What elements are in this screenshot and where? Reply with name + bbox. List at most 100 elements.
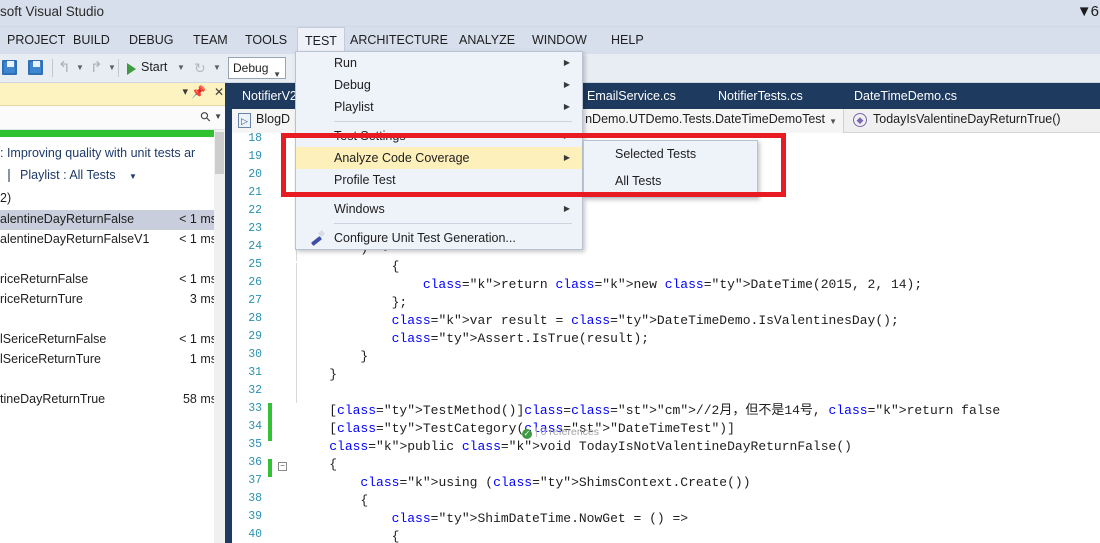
- line-number: 20: [248, 168, 262, 181]
- tab-datetimedemo-cs[interactable]: DateTimeDemo.cs: [844, 83, 967, 109]
- submenu-arrow-icon: ▶: [563, 80, 570, 89]
- code-line[interactable]: [class="ty">TestCategory(class="st">"Dat…: [298, 420, 735, 438]
- filter-icon[interactable]: ▼6: [1077, 3, 1099, 20]
- save-icon[interactable]: [0, 58, 20, 78]
- search-bar[interactable]: ⚲ ▼: [0, 106, 232, 130]
- menu-item-build[interactable]: BUILD: [66, 27, 117, 54]
- line-number: 37: [248, 474, 262, 487]
- undo-dropdown-icon[interactable]: ▼: [76, 63, 84, 72]
- test-name: lSericeReturnFalse: [0, 332, 107, 346]
- start-dropdown-icon[interactable]: ▼: [177, 63, 185, 72]
- line-number: 24: [248, 240, 262, 253]
- pane-menu-dropdown-icon[interactable]: ▾: [182, 85, 188, 98]
- refresh-icon[interactable]: ↻: [194, 60, 206, 77]
- code-line[interactable]: class="ty">Assert.IsTrue(result);: [298, 330, 649, 348]
- scrollbar-thumb[interactable]: [215, 132, 224, 174]
- save-all-icon[interactable]: [26, 58, 46, 78]
- flask-icon: [308, 229, 326, 246]
- menu-item-run[interactable]: Run ▶: [296, 52, 582, 74]
- menu-item-analyze-code-coverage[interactable]: Analyze Code Coverage ▶: [296, 147, 582, 169]
- close-icon[interactable]: ✕: [214, 85, 224, 99]
- undo-icon[interactable]: ↰: [58, 58, 71, 76]
- test-name: lSericeReturnTure: [0, 352, 101, 366]
- line-number: 40: [248, 528, 262, 541]
- menu-item-debug[interactable]: Debug ▶: [296, 74, 582, 96]
- code-line[interactable]: {: [298, 528, 400, 543]
- menu-label: Run: [334, 56, 357, 70]
- test-run-progress-fill: [0, 130, 225, 137]
- menu-item-tools[interactable]: TOOLS: [238, 27, 294, 54]
- breadcrumb-member-selector[interactable]: ◆ TodayIsValentineDayReturnTrue(): [845, 109, 1100, 133]
- playlist-selector[interactable]: Playlist : All Tests ▼: [0, 165, 232, 187]
- menu-item-test-settings[interactable]: Test Settings ▶: [296, 125, 582, 147]
- configuration-value: Debug: [233, 61, 269, 75]
- refresh-dropdown-icon[interactable]: ▼: [213, 63, 221, 72]
- menu-item-architecture[interactable]: ARCHITECTURE: [343, 27, 455, 54]
- menu-label: Debug: [334, 78, 371, 92]
- code-line[interactable]: [class="ty">TestMethod()]class=class="st…: [298, 402, 1000, 420]
- code-line[interactable]: }: [298, 348, 368, 366]
- code-line[interactable]: };: [298, 294, 408, 312]
- code-line[interactable]: class="k">public class="k">void TodayIsN…: [298, 438, 852, 456]
- test-list-item[interactable]: alentineDayReturnFalse < 1 ms: [0, 210, 225, 230]
- code-line[interactable]: {: [298, 456, 337, 474]
- menu-item-analyze[interactable]: ANALYZE: [452, 27, 522, 54]
- menu-item-configure-unit-test-generation[interactable]: Configure Unit Test Generation...: [296, 227, 582, 249]
- line-number-gutter: 18 19 20 21 22 23 24 25 26 27 28 29 30 31 32 33 34 35 36 37…: [232, 133, 266, 543]
- test-list-item[interactable]: alentineDayReturnFalseV1 < 1 ms: [0, 230, 225, 250]
- pin-icon[interactable]: 📌: [191, 85, 206, 99]
- test-list-item[interactable]: lSericeReturnFalse < 1 ms: [0, 330, 225, 350]
- menu-label: Profile Test: [334, 173, 396, 187]
- test-list-scrollbar[interactable]: [214, 130, 225, 543]
- menu-item-help[interactable]: HELP: [604, 27, 651, 54]
- code-folding-rail[interactable]: −: [276, 133, 290, 543]
- menu-bar: PROJECT BUILD DEBUG TEAM TOOLS TEST ARCH…: [0, 27, 1100, 55]
- submenu-item-all-tests[interactable]: All Tests: [584, 168, 757, 195]
- test-list-spacer: [0, 310, 225, 330]
- test-list[interactable]: alentineDayReturnFalse < 1 ms alentineDa…: [0, 210, 232, 410]
- tab-notifiertests-cs[interactable]: NotifierTests.cs: [708, 83, 813, 109]
- menu-item-windows[interactable]: Windows ▶: [296, 198, 582, 220]
- configuration-select[interactable]: Debug ▼: [228, 57, 286, 79]
- chevron-down-icon[interactable]: ▼: [129, 172, 137, 181]
- code-line[interactable]: {: [298, 258, 400, 276]
- code-lens-references[interactable]: ✓ | 0 references: [522, 426, 599, 439]
- pane-splitter[interactable]: [225, 83, 232, 543]
- test-list-item[interactable]: riceReturnFalse < 1 ms: [0, 270, 225, 290]
- code-line[interactable]: {: [298, 492, 368, 510]
- test-group-header[interactable]: : Improving quality with unit tests ar ▼: [0, 143, 232, 165]
- submenu-item-selected-tests[interactable]: Selected Tests: [584, 141, 757, 168]
- menu-item-team[interactable]: TEAM: [186, 27, 235, 54]
- code-line[interactable]: class="k">using (class="ty">ShimsContext…: [298, 474, 750, 492]
- search-icon[interactable]: ⚲: [197, 108, 215, 126]
- breadcrumb-file-label: BlogD: [256, 112, 291, 126]
- menu-item-playlist[interactable]: Playlist ▶: [296, 96, 582, 118]
- line-number: 23: [248, 222, 262, 235]
- code-line[interactable]: class="k">return class="k">new class="ty…: [298, 276, 922, 294]
- menu-item-window[interactable]: WINDOW: [525, 27, 594, 54]
- chevron-down-icon: ▼: [273, 70, 281, 79]
- code-line[interactable]: class="ty">ShimDateTime.NowGet = () =>: [298, 510, 688, 528]
- search-dropdown-icon[interactable]: ▼: [214, 112, 222, 121]
- test-menu-dropdown[interactable]: Run ▶ Debug ▶ Playlist ▶ Test Settings ▶…: [295, 51, 583, 250]
- redo-dropdown-icon[interactable]: ▼: [108, 63, 116, 72]
- start-button[interactable]: Start: [141, 60, 167, 74]
- test-list-item[interactable]: lSericeReturnTure 1 ms: [0, 350, 225, 370]
- menu-item-profile-test[interactable]: Profile Test: [296, 169, 582, 191]
- menu-item-debug[interactable]: DEBUG: [122, 27, 180, 54]
- test-list-item[interactable]: tineDayReturnTrue 58 ms: [0, 390, 225, 410]
- chevron-down-icon[interactable]: ▼: [829, 117, 837, 126]
- code-line[interactable]: }: [298, 366, 337, 384]
- code-coverage-submenu[interactable]: Selected Tests All Tests: [583, 140, 758, 198]
- tab-emailservice-cs[interactable]: EmailService.cs: [577, 83, 686, 109]
- code-line[interactable]: class="k">var result = class="ty">DateTi…: [298, 312, 899, 330]
- redo-icon[interactable]: ↱: [90, 58, 103, 76]
- breadcrumb-member-label: TodayIsValentineDayReturnTrue(): [873, 112, 1061, 126]
- test-list-item[interactable]: riceReturnTure 3 ms: [0, 290, 225, 310]
- play-icon[interactable]: [127, 63, 136, 75]
- line-number: 32: [248, 384, 262, 397]
- menu-item-project[interactable]: PROJECT: [0, 27, 72, 54]
- test-file-icon: ▷: [238, 113, 251, 128]
- menu-label: Analyze Code Coverage: [334, 151, 470, 165]
- fold-toggle-icon[interactable]: −: [278, 462, 287, 471]
